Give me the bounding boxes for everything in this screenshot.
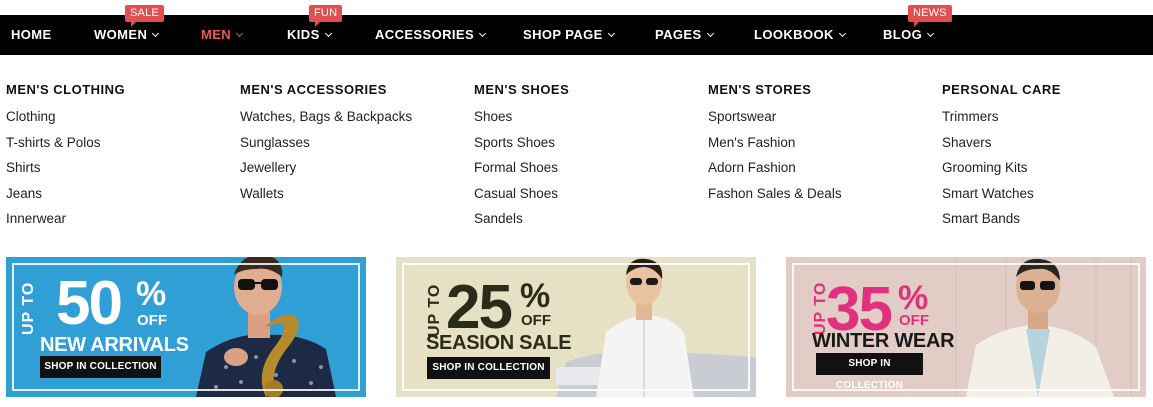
column-links: Trimmers Shavers Grooming Kits Smart Wat… xyxy=(942,108,1142,236)
menu-link-watches-bags-backpacks[interactable]: Watches, Bags & Backpacks xyxy=(240,108,470,134)
menu-link-mens-fashion[interactable]: Men's Fashion xyxy=(708,134,938,160)
shop-collection-button[interactable]: SHOP IN COLLECTION xyxy=(427,357,550,379)
menu-link-sunglasses[interactable]: Sunglasses xyxy=(240,134,470,160)
menu-link-sports-shoes[interactable]: Sports Shoes xyxy=(474,134,704,160)
column-links: Watches, Bags & Backpacks Sunglasses Jew… xyxy=(240,108,470,210)
menu-link-wallets[interactable]: Wallets xyxy=(240,185,470,211)
banner-headline: NEW ARRIVALS xyxy=(40,334,189,356)
menu-link-smart-watches[interactable]: Smart Watches xyxy=(942,185,1142,211)
menu-link-sandels[interactable]: Sandels xyxy=(474,210,704,236)
nav-label: BLOG xyxy=(883,27,923,42)
banner-headline: SEASION SALE xyxy=(426,332,572,354)
menu-column-mens-shoes: MEN'S SHOES Shoes Sports Shoes Formal Sh… xyxy=(474,80,704,236)
chevron-down-icon xyxy=(927,29,935,38)
menu-link-jewellery[interactable]: Jewellery xyxy=(240,159,470,185)
off-text: OFF xyxy=(137,312,167,329)
column-links: Shoes Sports Shoes Formal Shoes Casual S… xyxy=(474,108,704,236)
chevron-down-icon xyxy=(607,29,615,38)
nav-label: KIDS xyxy=(287,27,320,42)
column-title: PERSONAL CARE xyxy=(942,82,1061,97)
discount-percent: 25 xyxy=(446,273,513,342)
menu-link-fashon-sales-deals[interactable]: Fashon Sales & Deals xyxy=(708,185,938,211)
nav-item-blog[interactable]: NEWS BLOG xyxy=(883,5,952,55)
chevron-down-icon xyxy=(324,29,332,38)
chevron-down-icon xyxy=(706,29,714,38)
nav-label: PAGES xyxy=(655,27,702,42)
nav-label: WOMEN xyxy=(94,27,148,42)
percent-sign: % xyxy=(136,275,167,313)
promo-banner-season-sale[interactable]: UP TO 25 % OFF SEASION SALE SHOP IN COLL… xyxy=(396,257,756,397)
menu-link-innerwear[interactable]: Innerwear xyxy=(6,210,236,236)
menu-column-mens-accessories: MEN'S ACCESSORIES Watches, Bags & Backpa… xyxy=(240,80,470,210)
banner-headline: WINTER WEAR xyxy=(812,330,955,352)
sale-badge: SALE xyxy=(125,5,164,27)
nav-label: ACCESSORIES xyxy=(375,27,475,42)
nav-item-women[interactable]: SALE WOMEN xyxy=(94,5,164,55)
menu-link-formal-shoes[interactable]: Formal Shoes xyxy=(474,159,704,185)
chevron-down-icon xyxy=(236,29,244,38)
shop-collection-button[interactable]: SHOP IN COLLECTION xyxy=(40,356,161,378)
menu-column-mens-clothing: MEN'S CLOTHING Clothing T-shirts & Polos… xyxy=(6,80,236,236)
shop-collection-button[interactable]: SHOP IN COLLECTION xyxy=(816,353,923,391)
nav-item-lookbook[interactable]: LOOKBOOK xyxy=(754,15,846,55)
menu-link-trimmers[interactable]: Trimmers xyxy=(942,108,1142,134)
nav-item-men[interactable]: MEN xyxy=(201,15,244,55)
nav-item-kids[interactable]: FUN KIDS xyxy=(287,5,343,55)
percent-sign: % xyxy=(898,279,929,317)
nav-label: MEN xyxy=(201,27,232,42)
menu-link-shavers[interactable]: Shavers xyxy=(942,134,1142,160)
menu-link-shoes[interactable]: Shoes xyxy=(474,108,704,134)
percent-sign: % xyxy=(520,277,551,315)
menu-link-tshirts-polos[interactable]: T-shirts & Polos xyxy=(6,134,236,160)
discount-percent: 50 xyxy=(56,269,123,338)
upto-text: UP TO xyxy=(426,283,443,337)
promo-banner-new-arrivals[interactable]: UP TO 50 % OFF NEW ARRIVALS SHOP IN COLL… xyxy=(6,257,366,397)
column-title: MEN'S STORES xyxy=(708,82,812,97)
news-badge: NEWS xyxy=(908,5,952,27)
chevron-down-icon xyxy=(152,29,160,38)
nav-label: LOOKBOOK xyxy=(754,27,834,42)
column-title: MEN'S SHOES xyxy=(474,82,570,97)
column-title: MEN'S CLOTHING xyxy=(6,82,126,97)
main-nav-bar: HOME SALE WOMEN MEN FUN KIDS ACCESSORIES… xyxy=(0,5,1153,55)
nav-label: SHOP PAGE xyxy=(523,27,603,42)
column-links: Clothing T-shirts & Polos Shirts Jeans I… xyxy=(6,108,236,236)
off-text: OFF xyxy=(521,312,551,329)
menu-link-clothing[interactable]: Clothing xyxy=(6,108,236,134)
nav-item-accessories[interactable]: ACCESSORIES xyxy=(375,15,487,55)
menu-link-sportswear[interactable]: Sportswear xyxy=(708,108,938,134)
menu-link-casual-shoes[interactable]: Casual Shoes xyxy=(474,185,704,211)
menu-link-adorn-fashion[interactable]: Adorn Fashion xyxy=(708,159,938,185)
fun-badge: FUN xyxy=(309,5,343,27)
column-title: MEN'S ACCESSORIES xyxy=(240,82,387,97)
nav-label: HOME xyxy=(11,27,52,42)
nav-item-shop-page[interactable]: SHOP PAGE xyxy=(523,15,615,55)
nav-item-home[interactable]: HOME xyxy=(11,15,52,55)
menu-column-mens-stores: MEN'S STORES Sportswear Men's Fashion Ad… xyxy=(708,80,938,210)
menu-link-jeans[interactable]: Jeans xyxy=(6,185,236,211)
off-text: OFF xyxy=(899,312,929,329)
column-links: Sportswear Men's Fashion Adorn Fashion F… xyxy=(708,108,938,210)
menu-link-grooming-kits[interactable]: Grooming Kits xyxy=(942,159,1142,185)
menu-link-smart-bands[interactable]: Smart Bands xyxy=(942,210,1142,236)
menu-column-personal-care: PERSONAL CARE Trimmers Shavers Grooming … xyxy=(942,80,1142,236)
chevron-down-icon xyxy=(478,29,487,38)
menu-link-shirts[interactable]: Shirts xyxy=(6,159,236,185)
nav-item-pages[interactable]: PAGES xyxy=(655,15,714,55)
promo-banner-winter-wear[interactable]: UP TO 35 % OFF WINTER WEAR SHOP IN COLLE… xyxy=(786,257,1146,397)
upto-text: UP TO xyxy=(20,281,37,335)
chevron-down-icon xyxy=(838,29,846,38)
